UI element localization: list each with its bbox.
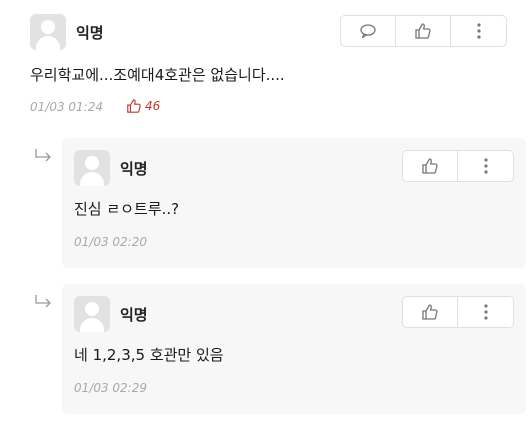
reply-arrow-icon bbox=[35, 295, 51, 308]
comment-button[interactable] bbox=[341, 16, 396, 46]
comment-text: 우리학교에...조예대4호관은 없습니다.... bbox=[30, 66, 285, 84]
more-button[interactable] bbox=[458, 297, 513, 327]
thumbs-up-icon bbox=[415, 23, 431, 39]
reply-timestamp: 01/03 02:29 bbox=[74, 381, 147, 395]
like-button[interactable] bbox=[403, 151, 458, 181]
more-icon bbox=[483, 304, 488, 320]
reply-author: 익명 bbox=[120, 306, 148, 324]
more-icon bbox=[483, 158, 488, 174]
more-button[interactable] bbox=[458, 151, 513, 181]
avatar[interactable] bbox=[30, 14, 66, 50]
reply-arrow-icon bbox=[35, 149, 51, 162]
avatar[interactable] bbox=[74, 296, 110, 332]
thumbs-up-icon bbox=[127, 99, 141, 113]
like-button[interactable] bbox=[403, 297, 458, 327]
reply-card: 익명 네 1,2,3,5 호관만 있음 01/03 02:29 bbox=[62, 284, 526, 414]
reply-text: 네 1,2,3,5 호관만 있음 bbox=[74, 346, 224, 364]
reply-card: 익명 진심 ㄹㅇ트루..? 01/03 02:20 bbox=[62, 138, 526, 268]
like-button[interactable] bbox=[396, 16, 451, 46]
thumbs-up-icon bbox=[422, 304, 438, 320]
reply-timestamp: 01/03 02:20 bbox=[74, 235, 147, 249]
vote-count-value: 46 bbox=[145, 99, 161, 113]
comment-timestamp: 01/03 01:24 bbox=[30, 100, 103, 114]
reply-actions bbox=[402, 296, 514, 328]
comment-author: 익명 bbox=[76, 24, 104, 42]
more-icon bbox=[476, 23, 481, 39]
reply-actions bbox=[402, 150, 514, 182]
comment-actions bbox=[340, 15, 507, 47]
reply-author: 익명 bbox=[120, 160, 148, 178]
comment-icon bbox=[360, 24, 376, 39]
vote-count: 46 bbox=[126, 98, 160, 114]
avatar[interactable] bbox=[74, 150, 110, 186]
reply-text: 진심 ㄹㅇ트루..? bbox=[74, 200, 180, 218]
more-button[interactable] bbox=[451, 16, 506, 46]
thumbs-up-icon bbox=[422, 158, 438, 174]
